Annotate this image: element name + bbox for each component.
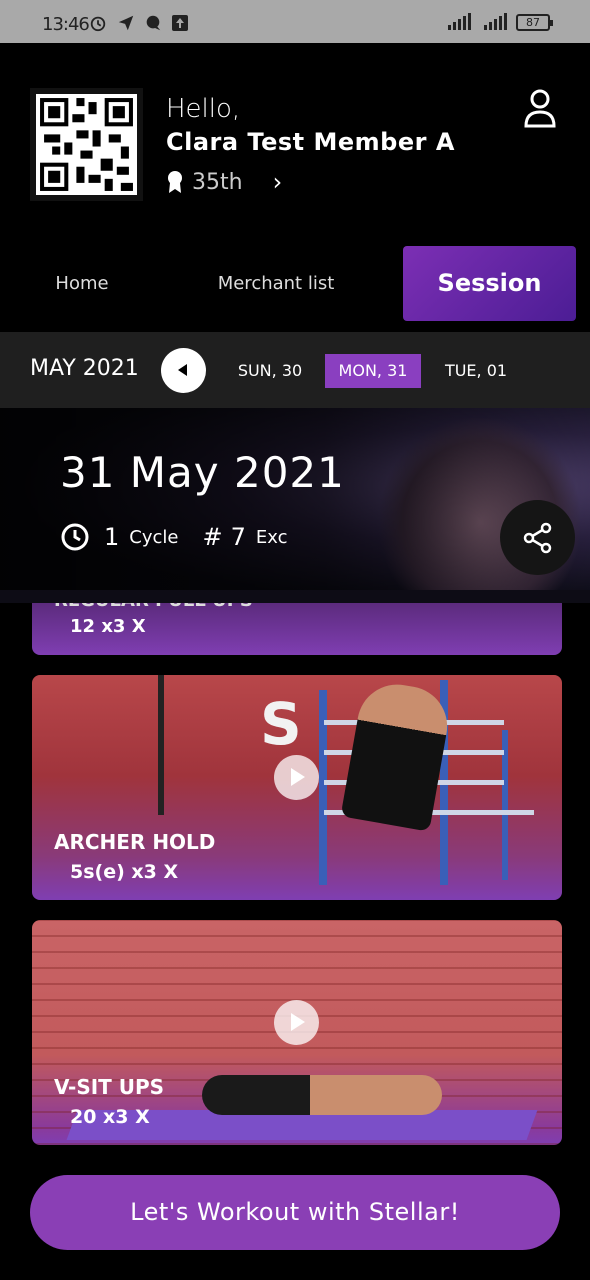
telegram-icon: [118, 15, 134, 31]
exercise-reps: 12 x3 X: [70, 616, 146, 637]
play-video-button[interactable]: [274, 755, 319, 800]
chevron-right-icon: ›: [272, 168, 283, 196]
tab-session[interactable]: Session: [403, 246, 576, 321]
exercise-count: 7: [230, 523, 246, 551]
rank-value: 35th: [192, 169, 243, 195]
exercise-card[interactable]: S ARCHER HOLD 5s(e) x3 X: [32, 675, 562, 900]
session-hero: 31 May 2021 1 Cycle # 7 Exc: [0, 408, 590, 603]
clock-icon: [61, 523, 89, 551]
alarm-icon: [90, 16, 106, 32]
exercise-name: ARCHER HOLD: [54, 830, 216, 854]
start-workout-button[interactable]: Let's Workout with Stellar!: [30, 1175, 560, 1250]
cycle-count: 1: [104, 523, 120, 551]
previous-day-button[interactable]: [161, 348, 206, 393]
hash-icon: #: [202, 523, 223, 551]
session-date: 31 May 2021: [60, 448, 345, 497]
status-right: 87: [444, 13, 553, 31]
nav-tabs: Home Merchant list Session: [0, 246, 590, 322]
day-mon-31-selected[interactable]: MON, 31: [325, 354, 421, 388]
exercise-photo: [340, 678, 454, 832]
profile-icon[interactable]: [522, 88, 558, 128]
gym-logo: S: [260, 690, 302, 758]
date-selector: MAY 2021 SUN, 30 MON, 31 TUE, 01: [0, 332, 590, 408]
exercise-reps: 20 x3 X: [70, 1106, 150, 1128]
exercise-name: V-SIT UPS: [54, 1075, 165, 1099]
medal-icon: [168, 171, 182, 193]
exercise-label: Exc: [255, 526, 288, 548]
day-sun-30[interactable]: SUN, 30: [226, 354, 314, 388]
cycle-label: Cycle: [129, 526, 179, 548]
share-button[interactable]: [500, 500, 575, 575]
signal-icon: [448, 13, 471, 30]
upload-icon: [172, 15, 188, 31]
greeting: Hello,: [166, 94, 241, 124]
status-time: 13:46: [42, 14, 90, 35]
chat-icon: [146, 15, 161, 31]
month-label: MAY 2021: [30, 356, 139, 381]
status-bar: 13:46 87: [0, 0, 590, 43]
day-tue-01[interactable]: TUE, 01: [436, 354, 516, 388]
exercise-card[interactable]: V-SIT UPS 20 x3 X: [32, 920, 562, 1145]
exercise-card[interactable]: REGULAR PULL UPS 12 x3 X: [32, 600, 562, 655]
exercise-photo: [202, 1075, 442, 1115]
qr-code-icon: [36, 94, 137, 195]
member-name: Clara Test Member A: [166, 128, 455, 156]
member-rank[interactable]: 35th ›: [166, 168, 282, 196]
signal-icon-2: [484, 13, 507, 30]
share-icon: [523, 522, 552, 554]
exercise-reps: 5s(e) x3 X: [70, 861, 179, 883]
tab-merchant-list[interactable]: Merchant list: [196, 246, 356, 321]
tab-home[interactable]: Home: [20, 246, 144, 321]
member-qr-code[interactable]: [30, 88, 143, 201]
session-meta: 1 Cycle # 7 Exc: [60, 522, 287, 552]
play-video-button[interactable]: [274, 1000, 319, 1045]
battery-icon: 87: [516, 13, 553, 31]
